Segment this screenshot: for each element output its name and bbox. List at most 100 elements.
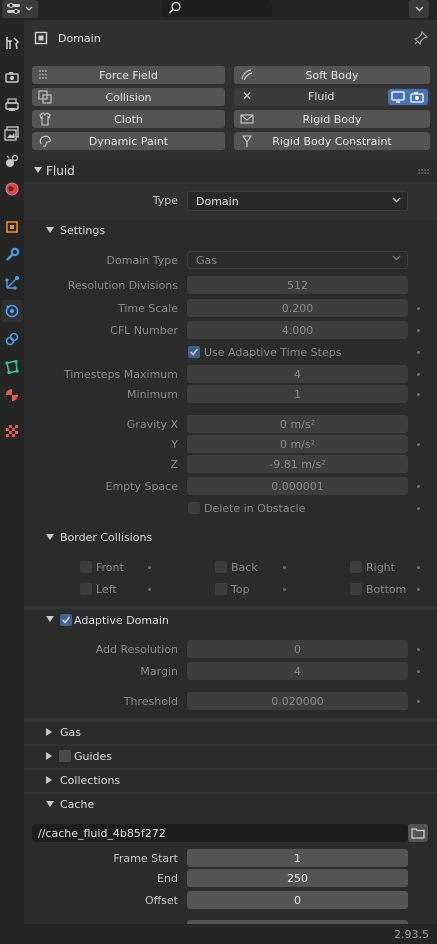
collision-label: Collision <box>105 90 152 104</box>
physics-tab[interactable] <box>1 300 23 322</box>
data-tab-icon <box>5 359 19 375</box>
keyframe-dot[interactable] <box>417 485 420 488</box>
keyframe-dot[interactable] <box>417 700 420 703</box>
gravity-z-field[interactable]: -9.81 m/s² <box>187 455 408 473</box>
cfl-label: CFL Number <box>110 324 178 337</box>
render-camera-icon[interactable] <box>410 91 424 103</box>
margin-field[interactable]: 4 <box>187 662 408 680</box>
time-scale-label: Time Scale <box>117 302 178 315</box>
end-field[interactable]: 250 <box>187 869 408 887</box>
collision-button[interactable]: Collision <box>32 88 225 106</box>
gravity-x-field[interactable]: 0 m/s² <box>187 415 408 433</box>
left-checkbox[interactable] <box>80 583 92 595</box>
view-layer-tab[interactable] <box>1 122 23 144</box>
resolution-field[interactable]: 512 <box>187 276 408 294</box>
bottom-checkbox[interactable] <box>350 583 362 595</box>
keyframe-dot[interactable] <box>417 373 420 376</box>
rigid-body-constraint-icon <box>241 135 253 147</box>
keyframe-dot[interactable] <box>417 443 420 446</box>
texture-tab-icon <box>6 425 18 437</box>
remove-x-icon[interactable]: ✕ <box>242 89 252 103</box>
collections-header[interactable]: Collections <box>24 771 437 791</box>
pin-icon[interactable] <box>414 31 428 45</box>
gravity-y-field[interactable]: 0 m/s² <box>187 435 408 453</box>
keyframe-dot[interactable] <box>283 588 286 591</box>
adaptive-domain-checkbox[interactable] <box>60 614 72 626</box>
object-tab[interactable] <box>1 216 23 238</box>
physics-tab-icon <box>5 304 19 318</box>
cfl-field[interactable]: 4.000 <box>187 321 408 339</box>
world-tab[interactable] <box>1 178 23 200</box>
keyframe-dot[interactable] <box>148 566 151 569</box>
keyframe-dot[interactable] <box>417 307 420 310</box>
disclosure-open-icon <box>46 227 54 233</box>
back-checkbox[interactable] <box>215 561 227 573</box>
rigid-body-constraint-button[interactable]: Rigid Body Constraint <box>234 132 430 150</box>
domain-type-value: Gas <box>196 253 217 267</box>
keyframe-dot[interactable] <box>417 329 420 332</box>
delete-obstacle-label: Delete in Obstacle <box>204 502 306 515</box>
soft-body-button[interactable]: Soft Body <box>234 66 430 84</box>
fluid-button[interactable]: ✕ Fluid <box>234 88 430 106</box>
cache-path-input[interactable]: //cache_fluid_4b85f272 <box>32 824 408 842</box>
keyframe-dot[interactable] <box>417 588 420 591</box>
render-tab[interactable] <box>1 66 23 88</box>
browse-folder-button[interactable] <box>408 824 428 842</box>
search-input[interactable] <box>162 0 272 17</box>
adaptive-steps-checkbox[interactable] <box>188 346 200 358</box>
right-checkbox[interactable] <box>350 561 362 573</box>
minimum-field[interactable]: 1 <box>187 385 408 403</box>
empty-space-field[interactable]: 0.000001 <box>187 477 408 495</box>
dynamic-paint-button[interactable]: Dynamic Paint <box>32 132 225 150</box>
modifier-tab[interactable] <box>1 244 23 266</box>
guides-checkbox[interactable] <box>59 750 71 762</box>
fluid-panel-header[interactable]: Fluid <box>24 160 437 182</box>
options-dropdown[interactable] <box>409 0 429 18</box>
frame-start-field[interactable]: 1 <box>187 849 408 867</box>
keyframe-dot[interactable] <box>148 588 151 591</box>
tool-tab[interactable] <box>1 32 23 54</box>
drag-handle-icon[interactable] <box>418 169 430 174</box>
minimum-label: Minimum <box>127 388 178 401</box>
keyframe-dot[interactable] <box>417 648 420 651</box>
top-checkbox[interactable] <box>215 583 227 595</box>
rigid-body-button[interactable]: Rigid Body <box>234 110 430 128</box>
data-tab[interactable] <box>1 356 23 378</box>
keyframe-dot[interactable] <box>417 566 420 569</box>
constraints-tab[interactable] <box>1 328 23 350</box>
output-tab-icon <box>5 98 19 111</box>
keyframe-dot[interactable] <box>283 566 286 569</box>
viewport-display-icon[interactable] <box>391 91 405 103</box>
properties-editor-icon <box>7 3 20 14</box>
offset-field[interactable]: 0 <box>187 891 408 909</box>
delete-obstacle-checkbox[interactable] <box>188 502 200 514</box>
keyframe-dot[interactable] <box>417 670 420 673</box>
cloth-button[interactable]: Cloth <box>32 110 225 128</box>
border-collisions-header[interactable]: Border Collisions <box>24 528 437 548</box>
threshold-label: Threshold <box>123 695 178 708</box>
force-field-icon <box>39 70 47 80</box>
scene-tab[interactable] <box>1 150 23 172</box>
timesteps-max-field[interactable]: 4 <box>187 365 408 383</box>
chevron-down-icon <box>392 255 401 261</box>
add-resolution-field[interactable]: 0 <box>187 640 408 658</box>
type-dropdown[interactable]: Domain <box>187 191 408 211</box>
front-checkbox[interactable] <box>80 561 92 573</box>
texture-tab[interactable] <box>1 420 23 442</box>
particles-tab[interactable] <box>1 272 23 294</box>
material-tab-icon <box>6 389 18 401</box>
keyframe-dot[interactable] <box>417 351 420 354</box>
settings-header[interactable]: Settings <box>24 221 437 241</box>
force-field-button[interactable]: Force Field <box>32 66 225 84</box>
domain-type-dropdown[interactable]: Gas <box>187 251 408 269</box>
keyframe-dot[interactable] <box>417 393 420 396</box>
keyframe-dot[interactable] <box>417 507 420 510</box>
time-scale-field[interactable]: 0.200 <box>187 299 408 317</box>
threshold-field[interactable]: 0.020000 <box>187 692 408 710</box>
gravity-x-label: Gravity X <box>126 418 178 431</box>
gas-header[interactable]: Gas <box>24 723 437 743</box>
output-tab[interactable] <box>1 94 23 116</box>
cache-header[interactable]: Cache <box>24 795 437 815</box>
editor-type-selector[interactable] <box>2 0 38 18</box>
material-tab[interactable] <box>1 384 23 406</box>
